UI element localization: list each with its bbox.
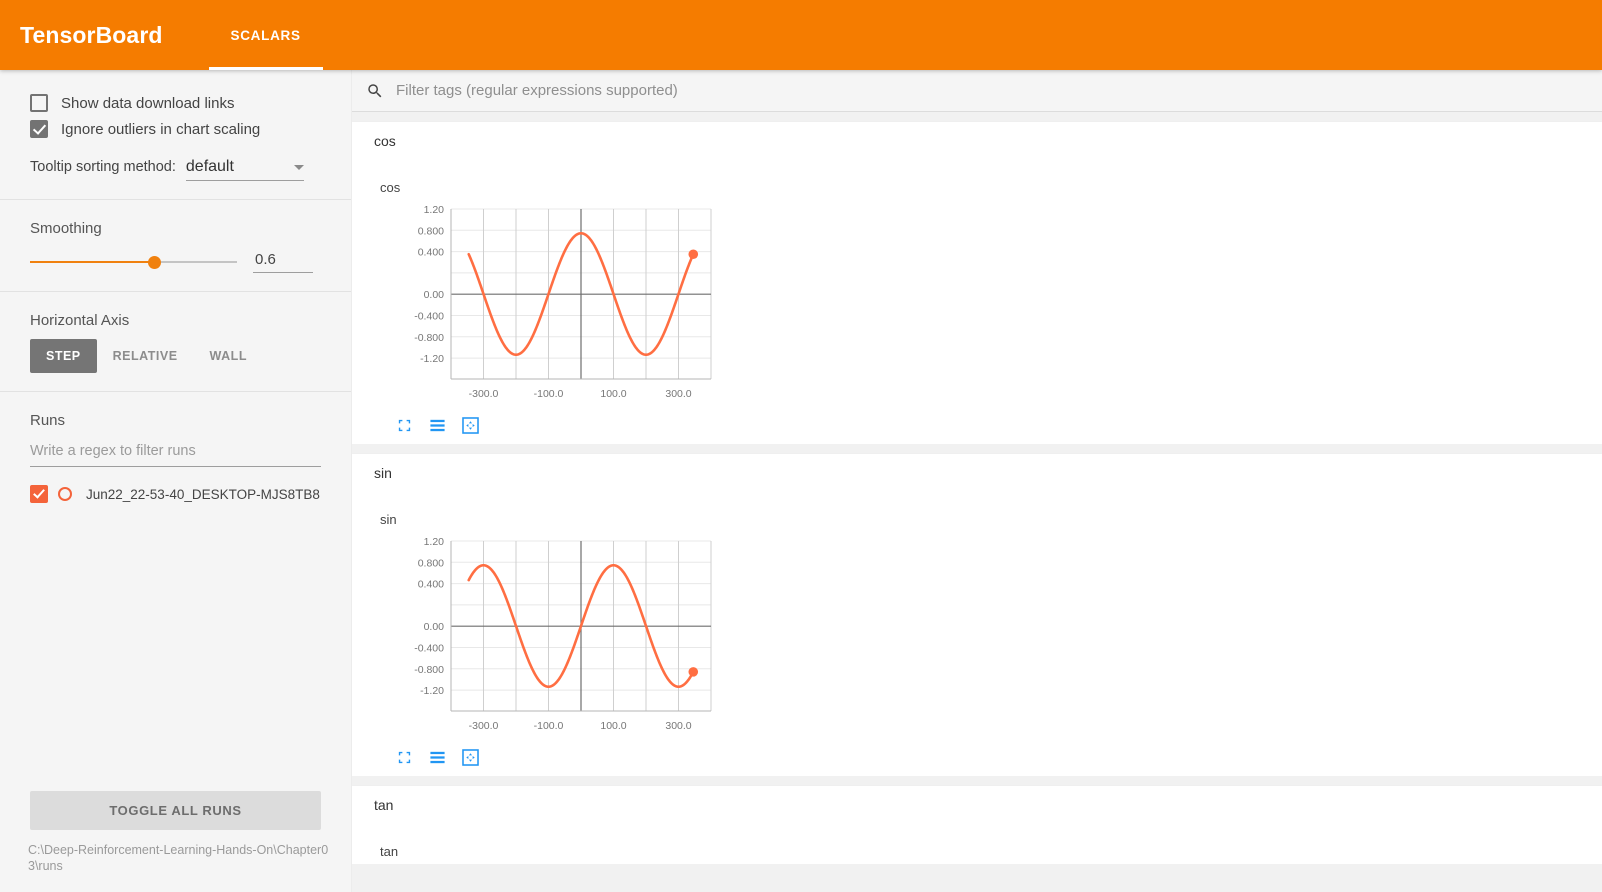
chart-card-tan: tan — [366, 832, 728, 864]
category-cos: cos — [352, 122, 1602, 160]
expand-chart-icon[interactable] — [396, 417, 413, 434]
smoothing-section: Smoothing 0.6 — [0, 200, 351, 283]
horizontal-axis-title: Horizontal Axis — [30, 312, 130, 329]
run-color-dot-icon — [58, 487, 72, 501]
ytick-label: -0.800 — [414, 332, 444, 344]
ytick-label: 0.00 — [424, 621, 445, 633]
chart-toolbar-cos — [396, 417, 728, 434]
ytick-label: -0.800 — [414, 664, 444, 676]
smoothing-value-input[interactable]: 0.6 — [253, 251, 313, 273]
logdir-path: C:\Deep-Reinforcement-Learning-Hands-On\… — [28, 843, 329, 873]
xtick-label: 100.0 — [600, 388, 626, 400]
xtick-label: 300.0 — [665, 720, 691, 732]
chart-title-sin: sin — [380, 512, 397, 527]
ytick-label: 1.20 — [424, 204, 445, 216]
category-body-sin: sin 1.20 0.800 0.400 0.00 -0.400 -0.800 … — [352, 492, 1602, 776]
horizontal-axis-buttons: STEP RELATIVE WALL — [30, 339, 321, 373]
category-header-sin[interactable]: sin — [352, 454, 1602, 492]
reset-zoom-icon[interactable] — [462, 749, 479, 766]
ytick-label: 0.800 — [418, 225, 444, 237]
runs-title: Runs — [30, 412, 66, 429]
sidebar: Show data download links Ignore outliers… — [0, 70, 352, 892]
tab-scalars[interactable]: SCALARS — [208, 0, 323, 70]
tag-filter-input[interactable]: Filter tags (regular expressions support… — [396, 82, 678, 99]
chart-endpoint-marker — [688, 667, 699, 677]
ignore-outliers-checkbox[interactable] — [30, 120, 48, 138]
chart-card-sin: sin 1.20 0.800 0.400 0.00 -0.400 -0.800 … — [366, 500, 728, 766]
tooltip-sorting-value: default — [185, 158, 234, 175]
chart-toolbar-sin — [396, 749, 728, 766]
ytick-label: -1.20 — [420, 353, 444, 365]
xtick-label: -100.0 — [534, 720, 564, 732]
ytick-label: 0.00 — [424, 289, 445, 301]
ytick-label: -0.400 — [414, 311, 444, 323]
slider-thumb[interactable] — [148, 256, 162, 269]
show-download-links-label: Show data download links — [61, 94, 235, 112]
category-body-tan: tan — [352, 824, 1602, 864]
run-checkbox[interactable] — [30, 485, 48, 503]
smoothing-slider[interactable] — [30, 253, 237, 271]
tag-filter-bar: Filter tags (regular expressions support… — [352, 70, 1602, 112]
ytick-label: -0.400 — [414, 643, 444, 655]
xtick-label: -100.0 — [534, 388, 564, 400]
axis-button-wall[interactable]: WALL — [194, 339, 263, 373]
chart-sin[interactable]: 1.20 0.800 0.400 0.00 -0.400 -0.800 -1.2… — [366, 533, 716, 743]
ytick-label: 1.20 — [424, 536, 445, 548]
category-sin: sin — [352, 454, 1602, 492]
runs-filter-input[interactable]: Write a regex to filter runs — [30, 439, 321, 467]
slider-fill — [30, 261, 155, 263]
chart-cos[interactable]: 1.20 0.800 0.400 0.00 -0.400 -0.800 -1.2… — [366, 201, 716, 411]
category-tan: tan — [352, 786, 1602, 824]
chart-title-cos: cos — [380, 180, 401, 195]
category-body-cos: cos 1.20 0.800 0.400 0.00 -0.400 -0.800 … — [352, 160, 1602, 444]
tooltip-sorting-label: Tooltip sorting method: — [30, 159, 176, 175]
data-series-icon[interactable] — [429, 749, 446, 766]
search-icon — [366, 82, 384, 100]
category-header-tan[interactable]: tan — [352, 786, 1602, 824]
expand-chart-icon[interactable] — [396, 749, 413, 766]
chart-endpoint-marker — [688, 249, 699, 260]
main-content: Filter tags (regular expressions support… — [352, 70, 1602, 892]
smoothing-title: Smoothing — [30, 220, 102, 237]
horizontal-axis-section: Horizontal Axis STEP RELATIVE WALL — [0, 292, 351, 383]
tooltip-sorting-select[interactable]: default — [185, 158, 304, 181]
sidebar-options-section: Show data download links Ignore outliers… — [0, 80, 351, 191]
nav-tabs: SCALARS — [208, 0, 323, 70]
xtick-label: -300.0 — [469, 720, 499, 732]
ignore-outliers-label: Ignore outliers in chart scaling — [61, 120, 261, 138]
runs-section: Runs Write a regex to filter runs Jun22_… — [0, 392, 351, 513]
ytick-label: -1.20 — [420, 685, 444, 697]
xtick-label: -300.0 — [469, 388, 499, 400]
toggle-all-runs-button[interactable]: TOGGLE ALL RUNS — [30, 791, 321, 830]
chart-card-cos: cos 1.20 0.800 0.400 0.00 -0.400 -0.800 … — [366, 168, 728, 434]
ignore-outliers-row[interactable]: Ignore outliers in chart scaling — [30, 120, 321, 138]
ytick-label: 0.800 — [418, 557, 444, 569]
run-item[interactable]: Jun22_22-53-40_DESKTOP-MJS8TB8 — [30, 485, 321, 503]
run-label: Jun22_22-53-40_DESKTOP-MJS8TB8 — [86, 486, 320, 502]
axis-button-relative[interactable]: RELATIVE — [97, 339, 194, 373]
app-brand[interactable]: TensorBoard — [0, 0, 187, 70]
chevron-down-icon — [293, 164, 304, 170]
data-series-icon[interactable] — [429, 417, 446, 434]
app-header: TensorBoard SCALARS — [0, 0, 1602, 70]
show-download-links-checkbox[interactable] — [30, 94, 48, 112]
tooltip-sorting-row: Tooltip sorting method: default — [30, 158, 321, 181]
xtick-label: 300.0 — [665, 388, 691, 400]
show-download-links-row[interactable]: Show data download links — [30, 94, 321, 112]
axis-button-step[interactable]: STEP — [30, 339, 97, 373]
category-header-cos[interactable]: cos — [352, 122, 1602, 160]
ytick-label: 0.400 — [418, 579, 444, 591]
smoothing-row: 0.6 — [30, 251, 321, 273]
ytick-label: 0.400 — [418, 247, 444, 259]
xtick-label: 100.0 — [600, 720, 626, 732]
reset-zoom-icon[interactable] — [462, 417, 479, 434]
chart-title-tan: tan — [380, 844, 399, 859]
